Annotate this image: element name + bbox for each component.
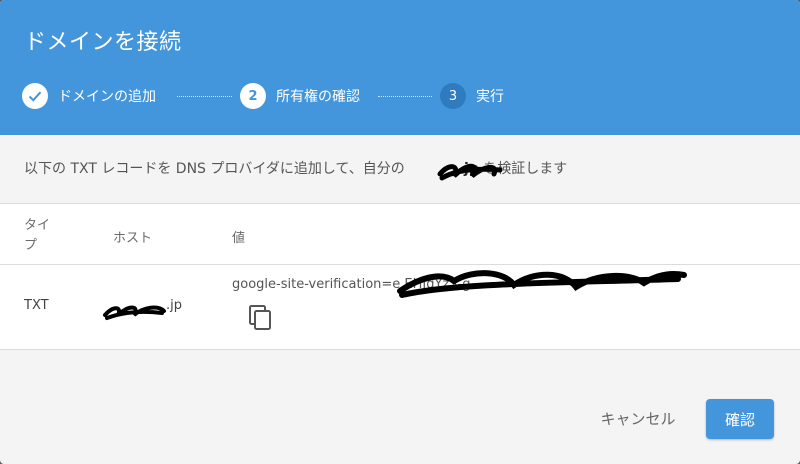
header-host: ホスト xyxy=(113,231,153,246)
step-label: 所有権の確認 xyxy=(276,89,360,105)
cancel-button[interactable]: キャンセル xyxy=(588,400,688,436)
confirm-button[interactable]: 確認 xyxy=(706,399,774,439)
step-label: 実行 xyxy=(476,89,504,105)
redaction-scribble xyxy=(397,270,687,298)
header-type: タイプ xyxy=(24,218,51,253)
redaction-scribble xyxy=(103,305,166,320)
table-row: TXT .jp google-site-verification=e EHJqY… xyxy=(0,265,800,349)
redaction-scribble xyxy=(437,163,503,181)
step-connector xyxy=(177,96,232,97)
step-add-domain: ドメインの追加 xyxy=(22,82,156,110)
step-verify-ownership: 2 所有権の確認 xyxy=(240,82,360,110)
connect-domain-dialog: ドメインを接続 ドメインの追加 2 所有権の確認 3 実行 以下の TXT レコ… xyxy=(0,0,800,464)
copy-icon[interactable] xyxy=(246,303,276,333)
dialog-title: ドメインを接続 xyxy=(24,30,182,55)
cell-type: TXT xyxy=(24,298,49,313)
table-header: タイプ ホスト 値 xyxy=(0,204,800,265)
dns-record-table: タイプ ホスト 値 TXT .jp google-site-verificati… xyxy=(0,203,800,350)
host-text: .jp xyxy=(166,298,182,313)
step-connector xyxy=(378,96,432,97)
dialog-header: ドメインを接続 ドメインの追加 2 所有権の確認 3 実行 xyxy=(0,0,800,135)
stepper: ドメインの追加 2 所有権の確認 3 実行 xyxy=(22,82,782,110)
header-value: 値 xyxy=(232,231,246,246)
step-number: 2 xyxy=(240,83,266,109)
step-label: ドメインの追加 xyxy=(58,89,156,105)
check-icon xyxy=(22,83,48,109)
step-execute: 3 実行 xyxy=(440,82,504,110)
description-prefix: 以下の TXT レコードを DNS プロバイダに追加して、自分の xyxy=(24,161,405,177)
step-number: 3 xyxy=(440,83,466,109)
